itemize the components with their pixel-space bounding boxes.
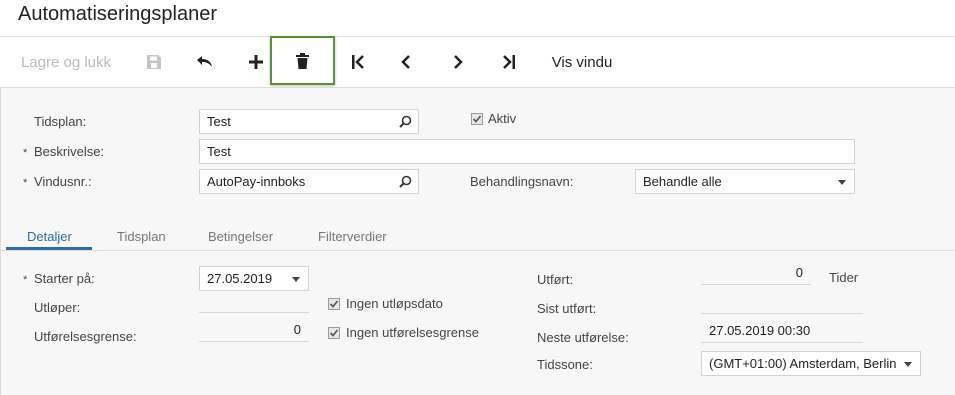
delete-button[interactable] xyxy=(270,36,335,85)
active-label: Aktiv xyxy=(488,111,517,126)
undo-icon xyxy=(197,56,212,67)
tab-schedule[interactable]: Tidsplan xyxy=(117,229,166,244)
trash-icon xyxy=(296,52,309,69)
description-value: Test xyxy=(207,144,231,159)
exec-limit-label: Utførelsesgrense: xyxy=(34,329,137,344)
search-icon[interactable] xyxy=(399,115,412,131)
checkmark-icon xyxy=(329,300,339,308)
next-exec-label: Neste utførelse: xyxy=(537,330,629,345)
form-panel: Tidsplan: Test Aktiv * Beskrivelse: Test… xyxy=(0,87,955,395)
starts-on-label: Starter på: xyxy=(34,271,95,286)
required-marker: * xyxy=(23,177,28,189)
tab-filter-values[interactable]: Filterverdier xyxy=(318,229,387,244)
search-icon[interactable] xyxy=(399,175,412,191)
window-field[interactable]: AutoPay-innboks xyxy=(199,169,419,194)
executed-field: 0 xyxy=(701,260,811,285)
save-icon xyxy=(147,55,161,69)
details-section: * Starter på: 27.05.2019 Utløper: Ingen … xyxy=(1,251,955,395)
last-record-button[interactable] xyxy=(493,37,525,87)
toolbar: Lagre og lukk Vis vindu xyxy=(0,36,955,86)
last-executed-label: Sist utført: xyxy=(537,301,597,316)
action-label: Behandlingsnavn: xyxy=(470,174,574,189)
required-marker: * xyxy=(23,147,28,159)
tab-bar: Detaljer Tidsplan Betingelser Filterverd… xyxy=(1,221,955,251)
view-window-button[interactable]: Vis vindu xyxy=(542,37,622,87)
timezone-select[interactable]: (GMT+01:00) Amsterdam, Berlin xyxy=(701,351,921,376)
checkmark-icon xyxy=(329,329,339,337)
chevron-left-icon xyxy=(401,55,410,69)
schedule-field[interactable]: Test xyxy=(199,109,419,134)
chevron-right-icon xyxy=(454,55,463,69)
chevron-down-icon xyxy=(904,362,912,367)
active-checkbox[interactable] xyxy=(471,113,483,125)
first-record-icon xyxy=(352,55,364,69)
times-label: Tider xyxy=(829,270,859,285)
timezone-label: Tidssone: xyxy=(537,357,593,372)
exec-limit-field[interactable]: 0 xyxy=(199,317,309,342)
page-title: Automatiseringsplaner xyxy=(18,3,217,25)
plus-icon xyxy=(249,55,263,69)
window-label: Vindusnr.: xyxy=(34,174,92,189)
checkmark-icon xyxy=(472,115,482,123)
action-select[interactable]: Behandle alle xyxy=(635,169,855,194)
no-exec-limit-checkbox[interactable] xyxy=(328,327,340,339)
description-field[interactable]: Test xyxy=(199,139,855,164)
no-exec-limit-label: Ingen utførelsesgrense xyxy=(346,325,479,340)
add-button[interactable] xyxy=(240,37,272,87)
description-label: Beskrivelse: xyxy=(34,144,105,159)
action-value: Behandle alle xyxy=(643,174,722,189)
first-record-button[interactable] xyxy=(342,37,374,87)
executed-label: Utført: xyxy=(537,272,574,287)
timezone-value: (GMT+01:00) Amsterdam, Berlin xyxy=(709,356,897,371)
schedule-label: Tidsplan: xyxy=(34,114,87,129)
no-expiry-label: Ingen utløpsdato xyxy=(346,296,443,311)
tab-conditions[interactable]: Betingelser xyxy=(208,229,273,244)
starts-on-value: 27.05.2019 xyxy=(207,271,273,286)
window-value: AutoPay-innboks xyxy=(207,174,306,189)
expires-field[interactable] xyxy=(199,288,309,313)
schedule-value: Test xyxy=(207,114,231,129)
tab-details[interactable]: Detaljer xyxy=(27,229,72,244)
last-record-icon xyxy=(503,55,515,69)
expires-label: Utløper: xyxy=(34,300,81,315)
save-and-close-button[interactable]: Lagre og lukk xyxy=(10,37,122,87)
save-button[interactable] xyxy=(138,37,170,87)
chevron-down-icon xyxy=(292,277,300,282)
required-marker: * xyxy=(23,274,28,286)
next-record-button[interactable] xyxy=(442,37,474,87)
active-tab-indicator xyxy=(6,247,92,250)
previous-record-button[interactable] xyxy=(390,37,422,87)
last-executed-field xyxy=(701,289,863,314)
chevron-down-icon xyxy=(838,180,846,185)
no-expiry-checkbox[interactable] xyxy=(328,298,340,310)
undo-button[interactable] xyxy=(189,37,221,87)
next-exec-field: 27.05.2019 00:30 xyxy=(701,318,863,343)
